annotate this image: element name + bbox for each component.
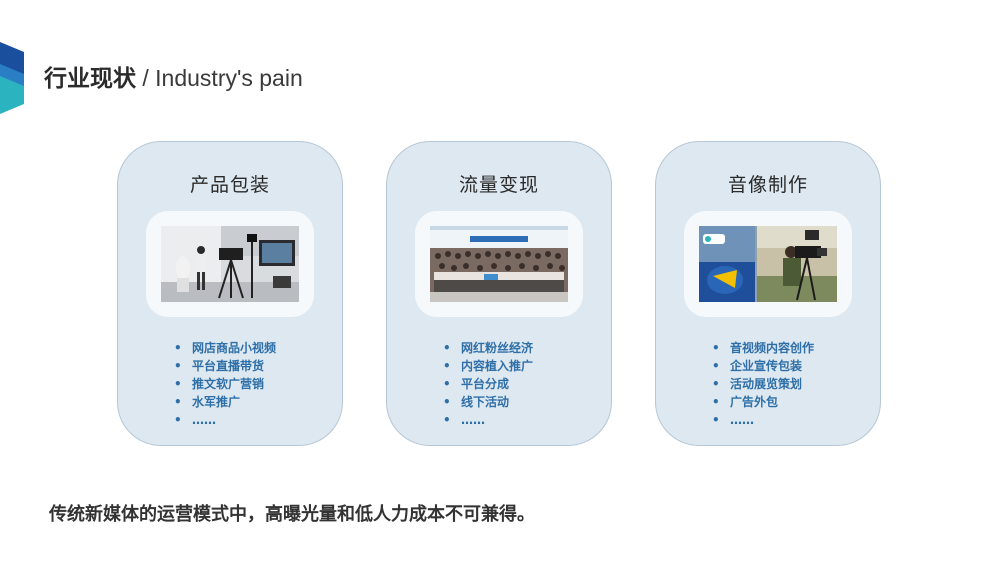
photo-frame [684,211,852,317]
list-item: •…… [712,413,754,427]
page-title-en: / Industry's pain [136,65,303,91]
studio-photo [161,226,299,302]
list-item: • 网红粉丝经济 [443,341,534,355]
bullet-icon: • [174,395,182,409]
bullet-icon: • [174,341,182,355]
list-item: • 水军推广 [174,395,241,409]
list-item: • 活动展览策划 [712,377,803,391]
bullet-list: • 网红粉丝经济 • 内容植入推广 • 平台分成 • 线下活动 •…… [443,339,533,429]
bullet-icon: • [174,359,182,373]
bullet-icon: • [712,377,720,391]
bullet-icon: • [174,377,182,391]
list-item: • 线下活动 [443,395,510,409]
photo-frame [146,211,314,317]
bullet-icon: • [443,377,451,391]
card-audio-video-production: 音像制作 • 音视频内容创作 • 企业宣传包装 • 活动展览策划 • 广告外包 … [655,141,881,446]
card-title: 流量变现 [458,174,539,196]
list-item: •…… [443,413,485,427]
bullet-icon: • [443,341,451,355]
footer-statement: 传统新媒体的运营模式中，高曝光量和低人力成本不可兼得。 [49,504,535,525]
slide: 行业现状 / Industry's pain 产品包装 • 网店商品小视频 • … [0,0,1000,562]
bullet-icon: • [712,413,720,427]
list-item: • 平台直播带货 [174,359,265,373]
bullet-list: • 网店商品小视频 • 平台直播带货 • 推文软广营销 • 水军推广 •…… [174,339,276,429]
bullet-icon: • [174,413,182,427]
bullet-icon: • [443,359,451,373]
card-title: 音像制作 [727,174,808,196]
list-item: • 推文软广营销 [174,377,265,391]
card-product-packaging: 产品包装 • 网店商品小视频 • 平台直播带货 • 推文软广营销 • 水军推广 … [117,141,343,446]
list-item: • 企业宣传包装 [712,359,803,373]
bullet-icon: • [443,413,451,427]
brand-corner-logo-icon [0,42,24,114]
list-item: •…… [174,413,216,427]
photo-frame [415,211,583,317]
bullet-icon: • [712,341,720,355]
list-item: • 平台分成 [443,377,510,391]
group-photo [430,226,568,302]
card-title: 产品包装 [189,174,270,196]
bullet-icon: • [712,395,720,409]
list-item: • 广告外包 [712,395,779,409]
list-item: • 网店商品小视频 [174,341,277,355]
card-traffic-monetization: 流量变现 • 网红粉丝经济 • 内容植入推广 • 平台分成 • 线下活动 • …… [386,141,612,446]
list-item: • 内容植入推广 [443,359,534,373]
page-title-cn: 行业现状 [44,66,136,92]
bullet-icon: • [712,359,720,373]
bullet-list: • 音视频内容创作 • 企业宣传包装 • 活动展览策划 • 广告外包 •…… [712,339,814,429]
camera-crew-photo [699,226,837,302]
list-item: • 音视频内容创作 [712,341,815,355]
bullet-icon: • [443,395,451,409]
page-title: 行业现状 / Industry's pain [44,62,303,95]
